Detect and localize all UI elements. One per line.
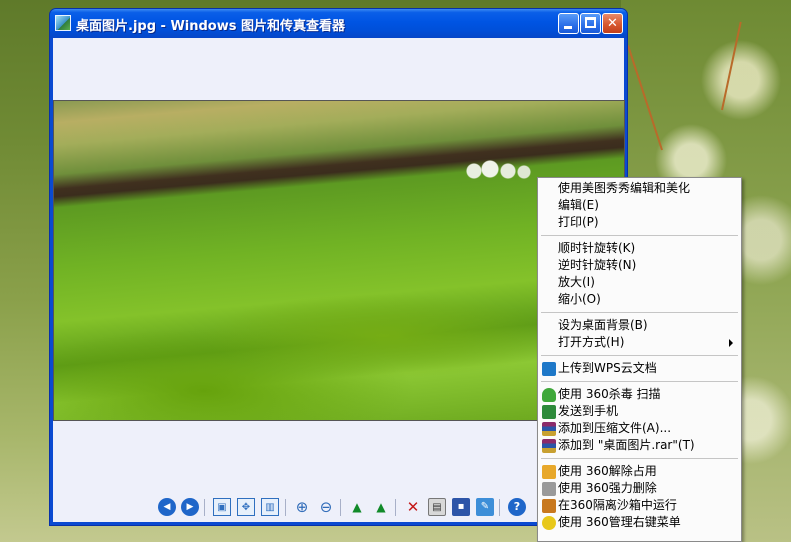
print-icon: ▤ xyxy=(432,502,442,513)
rotate-clockwise-icon: ▲ xyxy=(352,500,362,514)
next-image-button[interactable]: ▶ xyxy=(181,498,199,516)
zoom-out-icon: ⊖ xyxy=(319,498,333,516)
previous-image-icon: ◀ xyxy=(163,502,171,512)
title-bar[interactable]: 桌面图片.jpg - Windows 图片和传真查看器 ✕ xyxy=(50,9,627,38)
zoom-out-button[interactable]: ⊖ xyxy=(317,498,335,516)
360-sandbox-icon xyxy=(542,499,556,513)
menu-item-zoom-out[interactable]: 缩小(O) xyxy=(558,291,601,308)
menu-item-set-wallpaper[interactable]: 设为桌面背景(B) xyxy=(558,317,648,334)
360-menu-manager-icon xyxy=(542,516,556,530)
menu-item-send-to-phone[interactable]: 发送到手机 xyxy=(558,403,618,420)
rotate-counterclockwise-icon: ▲ xyxy=(376,500,386,514)
wps-cloud-icon xyxy=(542,362,556,376)
maximize-button[interactable] xyxy=(580,13,601,34)
close-button[interactable]: ✕ xyxy=(602,13,623,34)
toolbar-separator xyxy=(285,499,286,516)
menu-item-add-to-rar[interactable]: 添加到 "桌面图片.rar"(T) xyxy=(558,437,695,454)
menu-item-360-scan[interactable]: 使用 360杀毒 扫描 xyxy=(558,386,661,403)
send-to-phone-icon xyxy=(542,405,556,419)
menu-separator xyxy=(541,381,738,382)
minimize-button[interactable] xyxy=(558,13,579,34)
actual-size-icon: ✥ xyxy=(241,502,251,513)
menu-item-rotate-counterclockwise[interactable]: 逆时针旋转(N) xyxy=(558,257,636,274)
close-icon: ✕ xyxy=(607,16,618,31)
menu-separator xyxy=(541,312,738,313)
toolbar-separator xyxy=(340,499,341,516)
actual-size-button[interactable]: ✥ xyxy=(237,498,255,516)
save-icon: ▪ xyxy=(457,501,465,512)
360-antivirus-icon xyxy=(542,388,556,402)
delete-icon: ✕ xyxy=(406,498,420,516)
maximize-icon xyxy=(585,17,596,28)
menu-item-360-sandbox[interactable]: 在360隔离沙箱中运行 xyxy=(558,497,677,514)
save-button[interactable]: ▪ xyxy=(452,498,470,516)
menu-item-360-shred[interactable]: 使用 360强力删除 xyxy=(558,480,657,497)
help-button[interactable]: ? xyxy=(508,498,526,516)
best-fit-button[interactable]: ▣ xyxy=(213,498,231,516)
menu-item-zoom-in[interactable]: 放大(I) xyxy=(558,274,595,291)
menu-item-print[interactable]: 打印(P) xyxy=(558,214,599,231)
360-shred-icon xyxy=(542,482,556,496)
menu-item-rotate-clockwise[interactable]: 顺时针旋转(K) xyxy=(558,240,635,257)
menu-item-edit[interactable]: 编辑(E) xyxy=(558,197,599,214)
menu-item-add-to-archive[interactable]: 添加到压缩文件(A)... xyxy=(558,420,671,437)
window-title: 桌面图片.jpg - Windows 图片和传真查看器 xyxy=(76,19,346,34)
previous-image-button[interactable]: ◀ xyxy=(158,498,176,516)
menu-separator xyxy=(541,458,738,459)
context-menu: 使用美图秀秀编辑和美化 编辑(E) 打印(P) 顺时针旋转(K) 逆时针旋转(N… xyxy=(537,177,742,542)
minimize-icon xyxy=(564,26,572,29)
next-image-icon: ▶ xyxy=(186,502,194,512)
menu-item-upload-wps[interactable]: 上传到WPS云文档 xyxy=(558,360,657,377)
viewer-toolbar: ◀ ▶ ▣ ✥ ▥ ⊕ ⊖ ▲ ▲ ✕ ▤ ▪ ✎ ? xyxy=(148,498,528,520)
toolbar-separator xyxy=(204,499,205,516)
winrar-icon xyxy=(542,439,556,453)
app-icon xyxy=(55,15,71,31)
open-editor-icon: ✎ xyxy=(480,501,490,512)
slideshow-button[interactable]: ▥ xyxy=(261,498,279,516)
menu-separator xyxy=(541,355,738,356)
menu-item-360-unlock[interactable]: 使用 360解除占用 xyxy=(558,463,657,480)
toolbar-separator xyxy=(499,499,500,516)
slideshow-icon: ▥ xyxy=(265,502,275,513)
toolbar-separator xyxy=(395,499,396,516)
rotate-counterclockwise-button[interactable]: ▲ xyxy=(372,498,390,516)
zoom-in-icon: ⊕ xyxy=(295,498,309,516)
winrar-icon xyxy=(542,422,556,436)
zoom-in-button[interactable]: ⊕ xyxy=(293,498,311,516)
rotate-clockwise-button[interactable]: ▲ xyxy=(348,498,366,516)
menu-item-360-menu-manager[interactable]: 使用 360管理右键菜单 xyxy=(558,514,681,531)
360-unlock-icon xyxy=(542,465,556,479)
submenu-arrow-icon xyxy=(729,339,733,347)
open-editor-button[interactable]: ✎ xyxy=(476,498,494,516)
menu-separator xyxy=(541,235,738,236)
menu-item-meitu-edit[interactable]: 使用美图秀秀编辑和美化 xyxy=(558,180,690,197)
best-fit-icon: ▣ xyxy=(217,502,227,513)
menu-item-open-with[interactable]: 打开方式(H) xyxy=(558,334,624,351)
print-button[interactable]: ▤ xyxy=(428,498,446,516)
photo-trees xyxy=(464,159,534,179)
delete-button[interactable]: ✕ xyxy=(404,498,422,516)
help-icon: ? xyxy=(513,500,521,513)
